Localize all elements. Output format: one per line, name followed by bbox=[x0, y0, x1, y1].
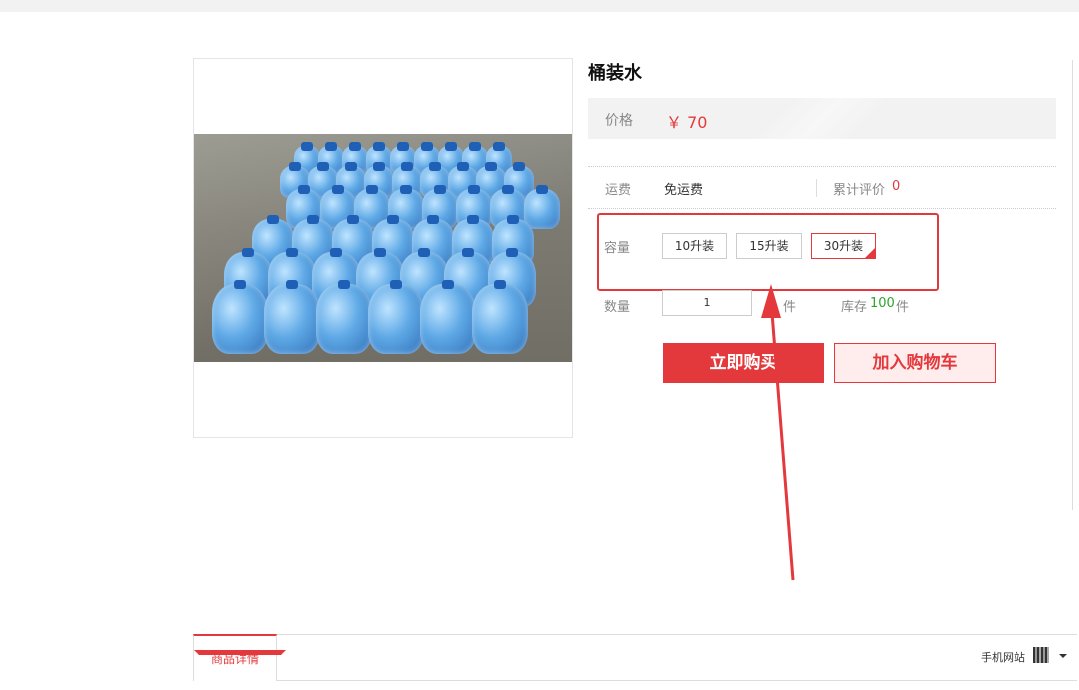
price-label: 价格 bbox=[605, 113, 633, 129]
capacity-option-label: 10升装 bbox=[674, 239, 715, 253]
stock-label: 库存 bbox=[841, 300, 868, 315]
bottle-cap-image bbox=[286, 248, 298, 257]
bottle-cap-image bbox=[298, 185, 310, 194]
bottle-cap-image bbox=[502, 185, 514, 194]
bottle-image bbox=[420, 284, 476, 354]
product-photo bbox=[194, 134, 572, 362]
bottle-cap-image bbox=[349, 142, 361, 151]
bottle-cap-image bbox=[338, 280, 350, 289]
bottle-cap-image bbox=[400, 185, 412, 194]
bottle-cap-image bbox=[513, 162, 525, 171]
capacity-option-label: 15升装 bbox=[749, 239, 789, 253]
bottle-cap-image bbox=[493, 142, 505, 151]
bottle-cap-image bbox=[330, 248, 342, 257]
bottle-cap-image bbox=[468, 185, 480, 194]
bottle-cap-image bbox=[373, 142, 385, 151]
bottle-cap-image bbox=[387, 215, 399, 224]
stock-count: 100 bbox=[870, 296, 895, 311]
bottle-cap-image bbox=[434, 185, 446, 194]
price-value: ￥ 70 bbox=[666, 113, 708, 132]
bottle-cap-image bbox=[418, 248, 430, 257]
shipping-value: 免运费 bbox=[664, 183, 704, 198]
product-title: 桶装水 bbox=[588, 63, 642, 84]
bottle-cap-image bbox=[267, 215, 279, 224]
bottle-cap-image bbox=[445, 142, 457, 151]
bottle-cap-image bbox=[397, 142, 409, 151]
quantity-input[interactable]: 1 bbox=[662, 290, 752, 316]
bottle-image bbox=[264, 284, 320, 354]
bottle-cap-image bbox=[401, 162, 413, 171]
bottle-cap-image bbox=[462, 248, 474, 257]
capacity-option-label: 30升装 bbox=[823, 239, 864, 253]
review-count[interactable]: 0 bbox=[892, 179, 900, 194]
tab-product-details[interactable]: 商品详情 bbox=[193, 634, 286, 681]
bottle-cap-image bbox=[442, 280, 454, 289]
bottle-cap-image bbox=[307, 215, 319, 224]
bottle-cap-image bbox=[332, 185, 344, 194]
capacity-option-15l[interactable]: 15升装 bbox=[736, 233, 802, 259]
bottle-cap-image bbox=[373, 162, 385, 171]
bottle-cap-image bbox=[366, 185, 378, 194]
bottle-cap-image bbox=[507, 215, 519, 224]
bottle-image bbox=[212, 284, 268, 354]
chevron-down-icon[interactable] bbox=[1059, 654, 1067, 658]
bottle-cap-image bbox=[347, 215, 359, 224]
top-bar bbox=[0, 0, 1079, 12]
bottle-cap-image bbox=[234, 280, 246, 289]
add-to-cart-button[interactable]: 加入购物车 bbox=[834, 343, 996, 383]
shipping-label: 运费 bbox=[605, 183, 632, 198]
quantity-unit: 件 bbox=[783, 300, 797, 315]
shipping-row: 运费 免运费 累计评价 0 bbox=[588, 166, 1056, 209]
bottle-cap-image bbox=[427, 215, 439, 224]
selected-check-icon bbox=[865, 248, 875, 258]
bottle-cap-image bbox=[457, 162, 469, 171]
bottle-cap-image bbox=[469, 142, 481, 151]
bottle-cap-image bbox=[485, 162, 497, 171]
price-box: 价格 ￥ 70 bbox=[588, 98, 1056, 139]
bottle-cap-image bbox=[289, 162, 301, 171]
divider bbox=[816, 179, 817, 197]
bottle-image bbox=[316, 284, 372, 354]
bottle-cap-image bbox=[421, 142, 433, 151]
mobile-site-link[interactable]: 手机网站 bbox=[981, 649, 1025, 665]
bottle-cap-image bbox=[325, 142, 337, 151]
bottle-cap-image bbox=[536, 185, 548, 194]
bottle-cap-image bbox=[390, 280, 402, 289]
capacity-option-10l[interactable]: 10升装 bbox=[662, 233, 727, 259]
bottle-cap-image bbox=[286, 280, 298, 289]
bottle-cap-image bbox=[317, 162, 329, 171]
bottle-image bbox=[368, 284, 424, 354]
qr-code-icon[interactable] bbox=[1033, 647, 1049, 663]
detail-tab-bar: 商品详情 手机网站 bbox=[193, 634, 1077, 681]
bottle-cap-image bbox=[345, 162, 357, 171]
bottle-image bbox=[524, 189, 560, 229]
divider bbox=[1072, 60, 1073, 510]
bottle-cap-image bbox=[374, 248, 386, 257]
bottle-cap-image bbox=[301, 142, 313, 151]
buy-now-button[interactable]: 立即购买 bbox=[663, 343, 824, 383]
bottle-cap-image bbox=[506, 248, 518, 257]
tab-label: 商品详情 bbox=[210, 652, 259, 666]
bottle-cap-image bbox=[494, 280, 506, 289]
capacity-option-30l[interactable]: 30升装 bbox=[811, 233, 876, 259]
bottle-image bbox=[472, 284, 528, 354]
bottle-cap-image bbox=[242, 248, 254, 257]
capacity-label: 容量 bbox=[604, 241, 631, 256]
bottle-cap-image bbox=[429, 162, 441, 171]
review-label: 累计评价 bbox=[833, 183, 886, 198]
stock-unit: 件 bbox=[896, 300, 910, 315]
quantity-label: 数量 bbox=[604, 300, 631, 315]
product-image-frame bbox=[193, 58, 573, 438]
bottle-cap-image bbox=[467, 215, 479, 224]
